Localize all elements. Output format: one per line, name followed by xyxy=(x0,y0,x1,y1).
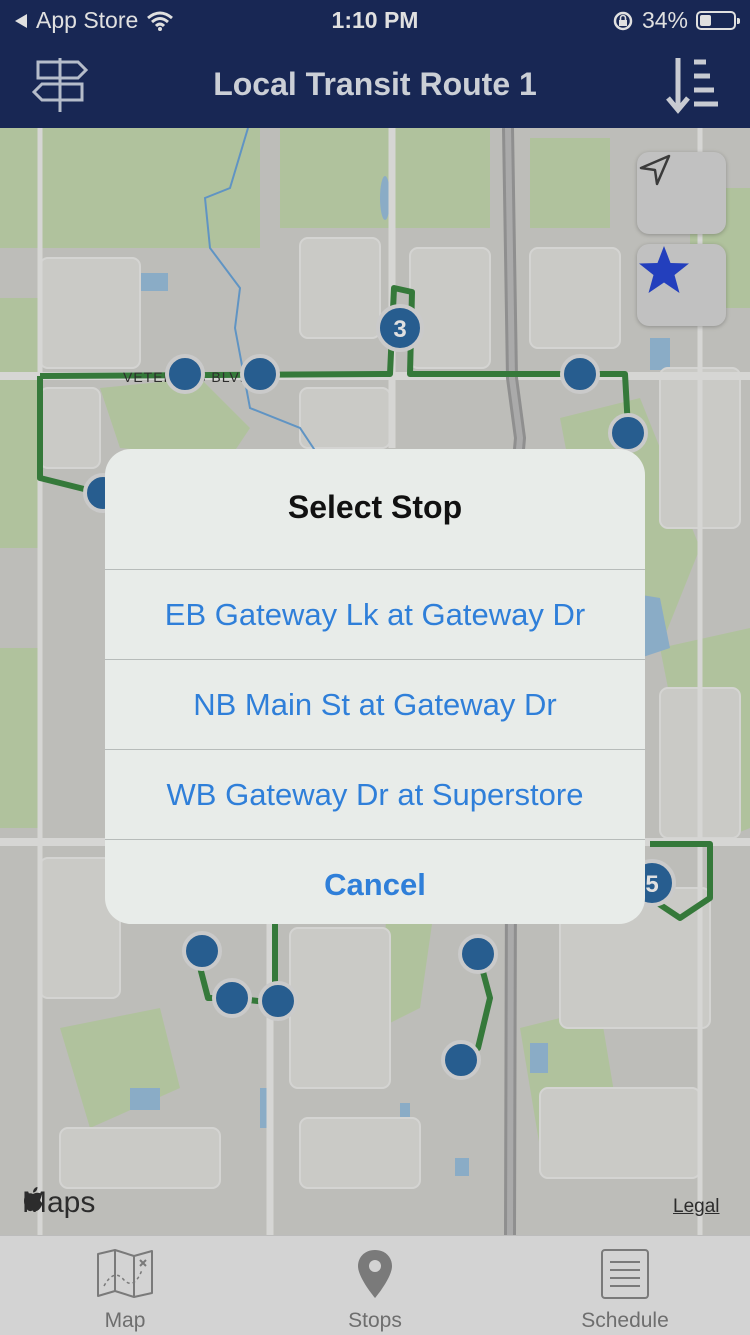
tab-label: Map xyxy=(104,1309,146,1332)
cancel-button[interactable]: Cancel xyxy=(105,839,645,924)
tab-bar: Map Stops Schedule xyxy=(0,1235,750,1335)
tab-map[interactable]: Map xyxy=(0,1236,250,1335)
tab-label: Stops xyxy=(348,1309,402,1332)
alert-title: Select Stop xyxy=(287,489,463,525)
stop-option-wb-gateway-dr[interactable]: WB Gateway Dr at Superstore xyxy=(105,749,645,839)
tab-stops[interactable]: Stops xyxy=(250,1236,500,1335)
tab-schedule[interactable]: Schedule xyxy=(500,1236,750,1335)
map-pin-icon xyxy=(358,1250,392,1298)
stop-option-eb-gateway-lk[interactable]: EB Gateway Lk at Gateway Dr xyxy=(105,569,645,659)
tab-label: Schedule xyxy=(581,1309,669,1332)
map-icon xyxy=(97,1249,153,1298)
schedule-icon xyxy=(601,1249,649,1299)
stop-option-nb-main-st[interactable]: NB Main St at Gateway Dr xyxy=(105,659,645,749)
select-stop-alert: Select Stop EB Gateway Lk at Gateway Dr … xyxy=(105,449,645,924)
